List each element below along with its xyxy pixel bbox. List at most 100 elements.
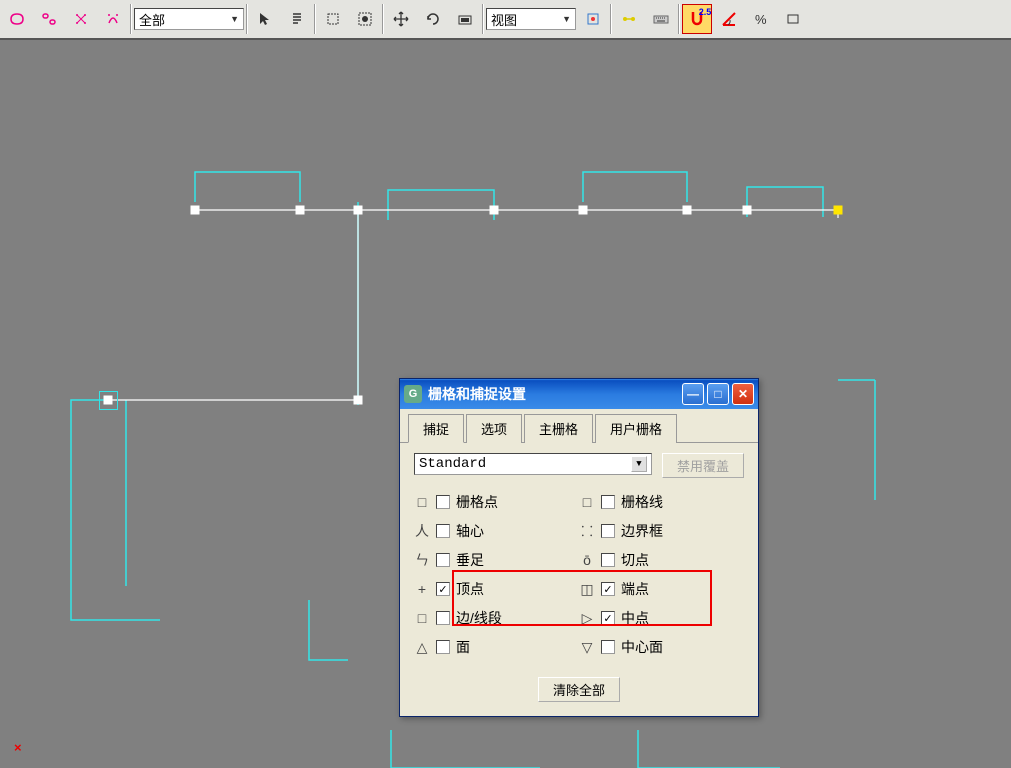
toolbar-separator	[482, 4, 484, 34]
disable-override-button: 禁用覆盖	[662, 453, 744, 478]
checkbox[interactable]	[601, 524, 615, 538]
dialog-tabs: 捕捉 选项 主栅格 用户栅格	[400, 409, 758, 443]
opt-label: 中心面	[621, 637, 663, 657]
dialog-titlebar[interactable]: G 栅格和捕捉设置 — □ ✕	[400, 379, 758, 409]
perpendicular-icon: ㄣ	[414, 550, 430, 570]
opt-midpoint: ▷ ✓ 中点	[579, 608, 744, 628]
filter-select-value: 全部	[139, 10, 165, 29]
snap-type-select[interactable]: Standard ▼	[414, 453, 652, 475]
opt-label: 面	[456, 637, 470, 657]
filter-select[interactable]: 全部 ▼	[134, 8, 244, 30]
bbox-icon: ⸬	[579, 522, 595, 541]
move-tool-icon[interactable]	[386, 4, 416, 34]
checkbox[interactable]: ✓	[601, 611, 615, 625]
edge-icon: □	[414, 610, 430, 626]
vertex-handle[interactable]	[191, 206, 200, 215]
dropdown-arrow-icon: ▼	[230, 14, 239, 24]
vertex-handle[interactable]	[296, 206, 305, 215]
opt-vertex: + ✓ 顶点	[414, 579, 579, 599]
pivot-center-icon[interactable]	[578, 4, 608, 34]
dropdown-arrow-icon: ▼	[562, 14, 571, 24]
opt-label: 中点	[621, 608, 649, 628]
rotate-tool-icon[interactable]	[418, 4, 448, 34]
tab-main-grid[interactable]: 主栅格	[524, 414, 593, 443]
vertex-handle[interactable]	[490, 206, 499, 215]
opt-label: 边/线段	[456, 608, 502, 628]
clear-all-button[interactable]: 清除全部	[538, 677, 620, 702]
opt-face: △ 面	[414, 637, 579, 657]
grid-point-icon: □	[414, 494, 430, 510]
vertex-handle[interactable]	[354, 396, 363, 405]
opt-label: 端点	[621, 579, 649, 599]
toolbar-separator	[246, 4, 248, 34]
center-face-icon: ▽	[579, 639, 595, 656]
angle-snap-icon[interactable]	[714, 4, 744, 34]
opt-label: 边界框	[621, 521, 663, 541]
coord-space-select[interactable]: 视图 ▼	[486, 8, 576, 30]
opt-grid-point: □ 栅格点	[414, 492, 579, 512]
link-tool-icon[interactable]	[2, 4, 32, 34]
minimize-button[interactable]: —	[682, 383, 704, 405]
toolbar-separator	[610, 4, 612, 34]
arrow-cursor-icon[interactable]	[250, 4, 280, 34]
tangent-icon: ō	[579, 552, 595, 568]
opt-label: 轴心	[456, 521, 484, 541]
cursor-cross-icon: ×	[14, 740, 22, 755]
vertex-handle-active[interactable]	[834, 206, 843, 215]
checkbox[interactable]	[436, 524, 450, 538]
grid-line-icon: □	[579, 494, 595, 510]
snap-value-label: 2.5	[699, 7, 712, 17]
checkbox[interactable]: ✓	[601, 582, 615, 596]
maximize-button[interactable]: □	[707, 383, 729, 405]
unlink-tool-icon[interactable]	[34, 4, 64, 34]
checkbox[interactable]	[436, 495, 450, 509]
opt-tangent: ō 切点	[579, 550, 744, 570]
tab-user-grid[interactable]: 用户栅格	[595, 414, 677, 443]
dropdown-arrow-icon: ▼	[631, 456, 647, 472]
vertex-handle[interactable]	[354, 206, 363, 215]
face-icon: △	[414, 639, 430, 656]
selection-marker	[99, 391, 118, 410]
opt-edge: □ 边/线段	[414, 608, 579, 628]
opt-label: 切点	[621, 550, 649, 570]
keyboard-icon[interactable]	[646, 4, 676, 34]
vertex-handle[interactable]	[683, 206, 692, 215]
dialog-body: Standard ▼ 禁用覆盖 □ 栅格点 □ 栅格线	[400, 443, 758, 716]
midpoint-icon: ▷	[579, 610, 595, 627]
close-button[interactable]: ✕	[732, 383, 754, 405]
opt-bbox: ⸬ 边界框	[579, 521, 744, 541]
particle-tool-icon[interactable]	[98, 4, 128, 34]
grid-snap-settings-dialog: G 栅格和捕捉设置 — □ ✕ 捕捉 选项 主栅格 用户栅格 Standard …	[399, 378, 759, 717]
vertex-handle[interactable]	[579, 206, 588, 215]
opt-endpoint: ◫ ✓ 端点	[579, 579, 744, 599]
select-by-name-icon[interactable]	[282, 4, 312, 34]
coord-select-value: 视图	[491, 10, 517, 29]
toolbar-separator	[314, 4, 316, 34]
app-icon: G	[404, 385, 422, 403]
opt-label: 栅格点	[456, 492, 498, 512]
checkbox[interactable]	[601, 495, 615, 509]
tab-snap[interactable]: 捕捉	[408, 414, 464, 443]
vertex-handle[interactable]	[743, 206, 752, 215]
opt-label: 顶点	[456, 579, 484, 599]
spinner-snap-icon[interactable]	[778, 4, 808, 34]
manipulate-tool-icon[interactable]	[614, 4, 644, 34]
checkbox[interactable]	[601, 640, 615, 654]
percent-snap-icon[interactable]: %	[746, 4, 776, 34]
window-crossing-icon[interactable]	[350, 4, 380, 34]
checkbox[interactable]	[436, 553, 450, 567]
opt-center-face: ▽ 中心面	[579, 637, 744, 657]
checkbox[interactable]: ✓	[436, 582, 450, 596]
tab-options[interactable]: 选项	[466, 414, 522, 443]
main-toolbar: 全部 ▼ 视图 ▼ 2.5 %	[0, 0, 1011, 40]
snap-toggle-button[interactable]: 2.5	[682, 4, 712, 34]
bind-tool-icon[interactable]	[66, 4, 96, 34]
checkbox[interactable]	[601, 553, 615, 567]
opt-perpendicular: ㄣ 垂足	[414, 550, 579, 570]
rect-select-icon[interactable]	[318, 4, 348, 34]
checkbox[interactable]	[436, 640, 450, 654]
toolbar-separator	[678, 4, 680, 34]
scale-tool-icon[interactable]	[450, 4, 480, 34]
svg-text:%: %	[755, 12, 767, 27]
checkbox[interactable]	[436, 611, 450, 625]
